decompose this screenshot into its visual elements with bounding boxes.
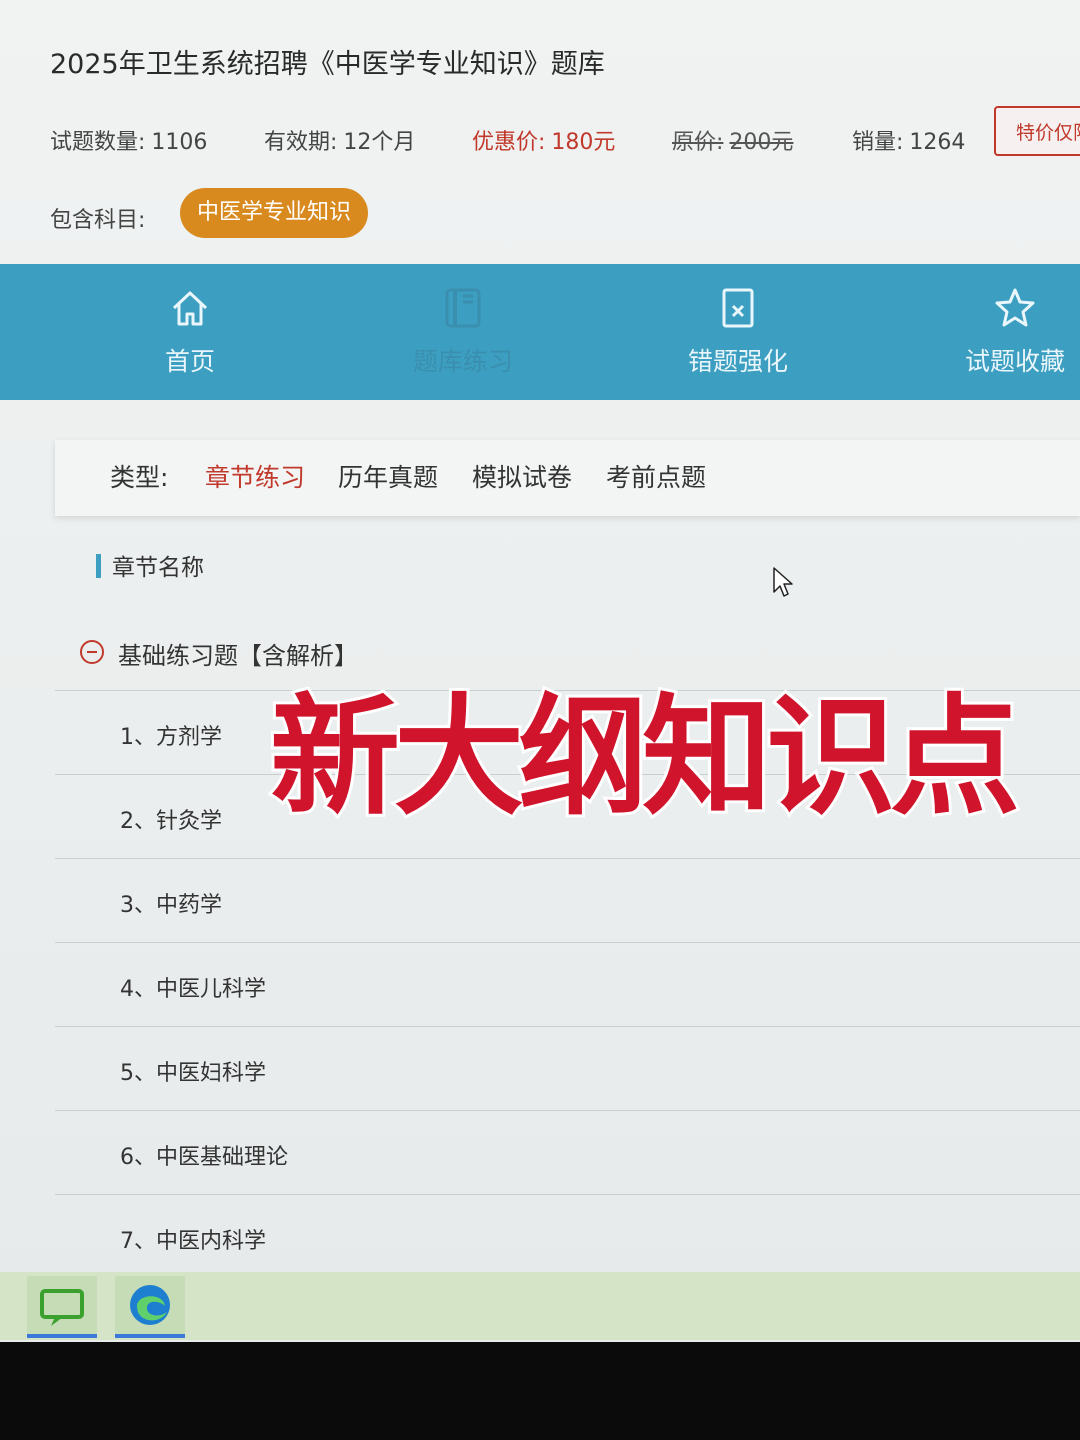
nav-question-bank[interactable]: 题库练习 — [363, 264, 563, 400]
chapter-title: 7、中医内科学 — [120, 1229, 266, 1254]
promo-tag[interactable]: 特价仅限 — [994, 106, 1080, 156]
star-icon — [995, 288, 1035, 327]
taskbar-browser-button[interactable] — [115, 1276, 185, 1338]
nav-favorites-label: 试题收藏 — [964, 347, 1065, 376]
validity: 有效期: 12个月 — [264, 124, 415, 156]
chapter-title: 6、中医基础理论 — [120, 1145, 288, 1170]
type-pre-exam[interactable]: 考前点题 — [606, 458, 706, 494]
nav-home-label: 首页 — [164, 347, 215, 376]
product-meta: 试题数量: 1106 有效期: 12个月 优惠价: 180元 原价: 200元 销量: 1… — [50, 106, 1080, 160]
book-icon — [445, 288, 481, 328]
home-icon — [172, 291, 208, 326]
nav-wrong-questions[interactable]: 错题强化 — [638, 264, 838, 400]
main-nav: 首页 题库练习 错题强化 试题收藏 — [0, 264, 1080, 400]
question-count-label: 试题数量: — [50, 130, 146, 155]
chapter-row[interactable]: 6、中医基础理论 — [55, 1110, 1080, 1194]
taskbar — [0, 1272, 1080, 1340]
original-price-value: 200元 — [729, 130, 794, 155]
edge-browser-icon — [130, 1285, 170, 1325]
page-title: 2025年卫生系统招聘《中医学专业知识》题库 — [50, 49, 605, 80]
chapter-row[interactable]: 7、中医内科学 — [55, 1194, 1080, 1278]
mouse-cursor-icon — [773, 567, 793, 597]
chapter-row[interactable]: 4、中医儿科学 — [55, 942, 1080, 1026]
chapter-title: 3、中药学 — [120, 893, 222, 918]
wrong-doc-icon — [722, 288, 754, 328]
type-past-exams[interactable]: 历年真题 — [338, 458, 438, 494]
subject-label: 包含科目: — [50, 208, 146, 233]
sales-count: 销量: 1264 — [852, 124, 965, 156]
chat-icon — [40, 1289, 84, 1326]
sale-price-label: 优惠价: — [472, 130, 546, 155]
chapter-row[interactable]: 3、中药学 — [55, 858, 1080, 942]
chapter-row[interactable]: 5、中医妇科学 — [55, 1026, 1080, 1110]
original-price: 原价: 200元 — [672, 124, 793, 156]
nav-favorites[interactable]: 试题收藏 — [915, 264, 1080, 400]
nav-home[interactable]: 首页 — [90, 264, 290, 400]
validity-value: 12个月 — [343, 130, 416, 155]
type-mock-papers[interactable]: 模拟试卷 — [472, 458, 572, 494]
collapse-icon[interactable] — [80, 640, 104, 664]
chapter-title: 4、中医儿科学 — [120, 977, 266, 1002]
nav-wrong-questions-label: 错题强化 — [687, 347, 788, 376]
sale-price-value: 180元 — [551, 130, 616, 155]
subject-pill[interactable]: 中医学专业知识 — [180, 188, 368, 238]
sales-count-value: 1264 — [909, 130, 966, 155]
monitor-bezel — [0, 1342, 1080, 1440]
question-count-value: 1106 — [151, 130, 208, 155]
type-chapter-practice[interactable]: 章节练习 — [205, 458, 305, 494]
chapter-title: 2、针灸学 — [120, 809, 222, 834]
type-filter: 类型: 章节练习 历年真题 模拟试卷 考前点题 — [55, 440, 1080, 516]
section-title: 章节名称 — [112, 555, 204, 581]
taskbar-chat-button[interactable] — [27, 1276, 97, 1338]
sales-count-label: 销量: — [852, 130, 904, 155]
type-label: 类型: — [110, 463, 169, 492]
original-price-label: 原价: — [672, 130, 724, 155]
sale-price: 优惠价: 180元 — [472, 124, 615, 156]
chapter-title: 1、方剂学 — [120, 725, 222, 750]
question-count: 试题数量: 1106 — [50, 124, 207, 156]
nav-question-bank-label: 题库练习 — [412, 347, 513, 376]
validity-label: 有效期: — [264, 130, 338, 155]
chapter-title: 5、中医妇科学 — [120, 1061, 266, 1086]
overlay-caption: 新大纲知识点 — [267, 678, 1023, 836]
section-accent-bar — [96, 554, 101, 578]
screen: 2025年卫生系统招聘《中医学专业知识》题库 试题数量: 1106 有效期: 12个… — [0, 0, 1080, 1340]
